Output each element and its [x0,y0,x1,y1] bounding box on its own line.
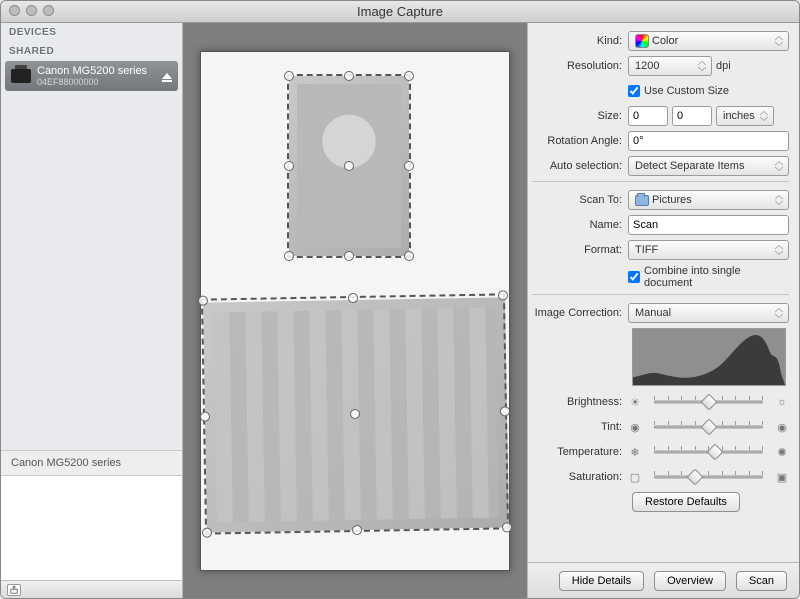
minimize-icon[interactable] [26,5,37,16]
saturation-slider[interactable] [642,469,775,485]
combine-label: Combine into single document [644,265,789,289]
shared-header: SHARED [1,42,182,61]
device-item[interactable]: Canon MG5200 series 04EF88000000 [5,61,178,91]
handle-icon[interactable] [284,71,294,81]
overview-button[interactable]: Overview [654,571,726,591]
selection-2[interactable] [201,293,509,534]
tint-right-icon: ◉ [775,421,789,434]
combine-checkbox[interactable] [628,271,640,283]
preview-area [183,23,527,598]
sidebar-detail-pane [1,476,182,580]
sat-high-icon: ▣ [775,471,789,484]
handle-icon[interactable] [344,251,354,261]
image-correction-select[interactable]: Manual [628,303,789,323]
name-input[interactable] [628,215,789,235]
handle-icon[interactable] [502,522,512,532]
tint-left-icon: ◉ [628,421,642,434]
handle-icon[interactable] [344,161,354,171]
settings-panel: Kind: Color Resolution: 1200 dp [527,23,799,598]
handle-icon[interactable] [498,290,508,300]
handle-icon[interactable] [284,161,294,171]
auto-selection-label: Auto selection: [532,160,628,172]
window: Image Capture DEVICES SHARED Canon MG520… [0,0,800,599]
handle-icon[interactable] [200,411,210,421]
sun-small-icon: ☀ [628,396,642,409]
sun-large-icon: ☼ [775,396,789,408]
scan-button[interactable]: Scan [736,571,787,591]
saturation-label: Saturation: [532,471,628,483]
hide-details-button[interactable]: Hide Details [559,571,644,591]
format-label: Format: [532,244,628,256]
scan-bed[interactable] [200,51,510,571]
device-name: Canon MG5200 series [37,65,147,77]
handle-icon[interactable] [350,408,360,418]
image-correction-label: Image Correction: [532,307,628,319]
footer: Hide Details Overview Scan [528,562,799,598]
use-custom-size-label: Use Custom Size [644,85,729,97]
size-unit-select[interactable]: inches [716,106,774,126]
auto-selection-select[interactable]: Detect Separate Items [628,156,789,176]
body: DEVICES SHARED Canon MG5200 series 04EF8… [1,23,799,598]
handle-icon[interactable] [500,406,510,416]
zoom-icon[interactable] [43,5,54,16]
temperature-label: Temperature: [532,446,628,458]
device-sub: 04EF88000000 [37,77,147,87]
color-swatch-icon [635,34,649,48]
window-title: Image Capture [357,4,443,19]
share-button[interactable] [7,584,21,596]
size-label: Size: [532,110,628,122]
folder-icon [635,195,649,206]
rotation-input[interactable] [628,131,789,151]
kind-select[interactable]: Color [628,31,789,51]
sat-low-icon: ▢ [628,471,642,484]
name-label: Name: [532,219,628,231]
handle-icon[interactable] [404,161,414,171]
size-height-input[interactable] [672,106,712,126]
settings-scroll: Kind: Color Resolution: 1200 dp [528,23,799,562]
handle-icon[interactable] [202,527,212,537]
size-width-input[interactable] [628,106,668,126]
handle-icon[interactable] [198,295,208,305]
handle-icon[interactable] [348,292,358,302]
brightness-label: Brightness: [532,396,628,408]
tint-label: Tint: [532,421,628,433]
handle-icon[interactable] [352,524,362,534]
handle-icon[interactable] [404,71,414,81]
traffic-lights [9,5,54,16]
sidebar-footer [1,580,182,598]
handle-icon[interactable] [284,251,294,261]
tint-slider[interactable] [642,419,775,435]
eject-icon[interactable] [162,73,172,79]
kind-label: Kind: [532,35,628,47]
printer-icon [11,69,31,83]
format-select[interactable]: TIFF [628,240,789,260]
selection-1[interactable] [287,74,411,258]
handle-icon[interactable] [344,71,354,81]
use-custom-size-checkbox[interactable] [628,85,640,97]
temp-cold-icon: ❄ [628,446,642,459]
separator [532,181,789,182]
brightness-slider[interactable] [642,394,775,410]
restore-defaults-button[interactable]: Restore Defaults [632,492,740,512]
sidebar: DEVICES SHARED Canon MG5200 series 04EF8… [1,23,183,598]
rotation-label: Rotation Angle: [532,135,628,147]
resolution-label: Resolution: [532,60,628,72]
resolution-select[interactable]: 1200 [628,56,712,76]
sidebar-footer-device[interactable]: Canon MG5200 series [1,450,182,476]
scan-to-label: Scan To: [532,194,628,206]
temperature-slider[interactable] [642,444,775,460]
resolution-unit: dpi [716,60,731,72]
devices-header: DEVICES [1,23,182,42]
separator [532,294,789,295]
close-icon[interactable] [9,5,20,16]
scan-to-select[interactable]: Pictures [628,190,789,210]
handle-icon[interactable] [404,251,414,261]
titlebar: Image Capture [1,1,799,23]
histogram [632,328,786,386]
temp-warm-icon: ✺ [775,446,789,459]
